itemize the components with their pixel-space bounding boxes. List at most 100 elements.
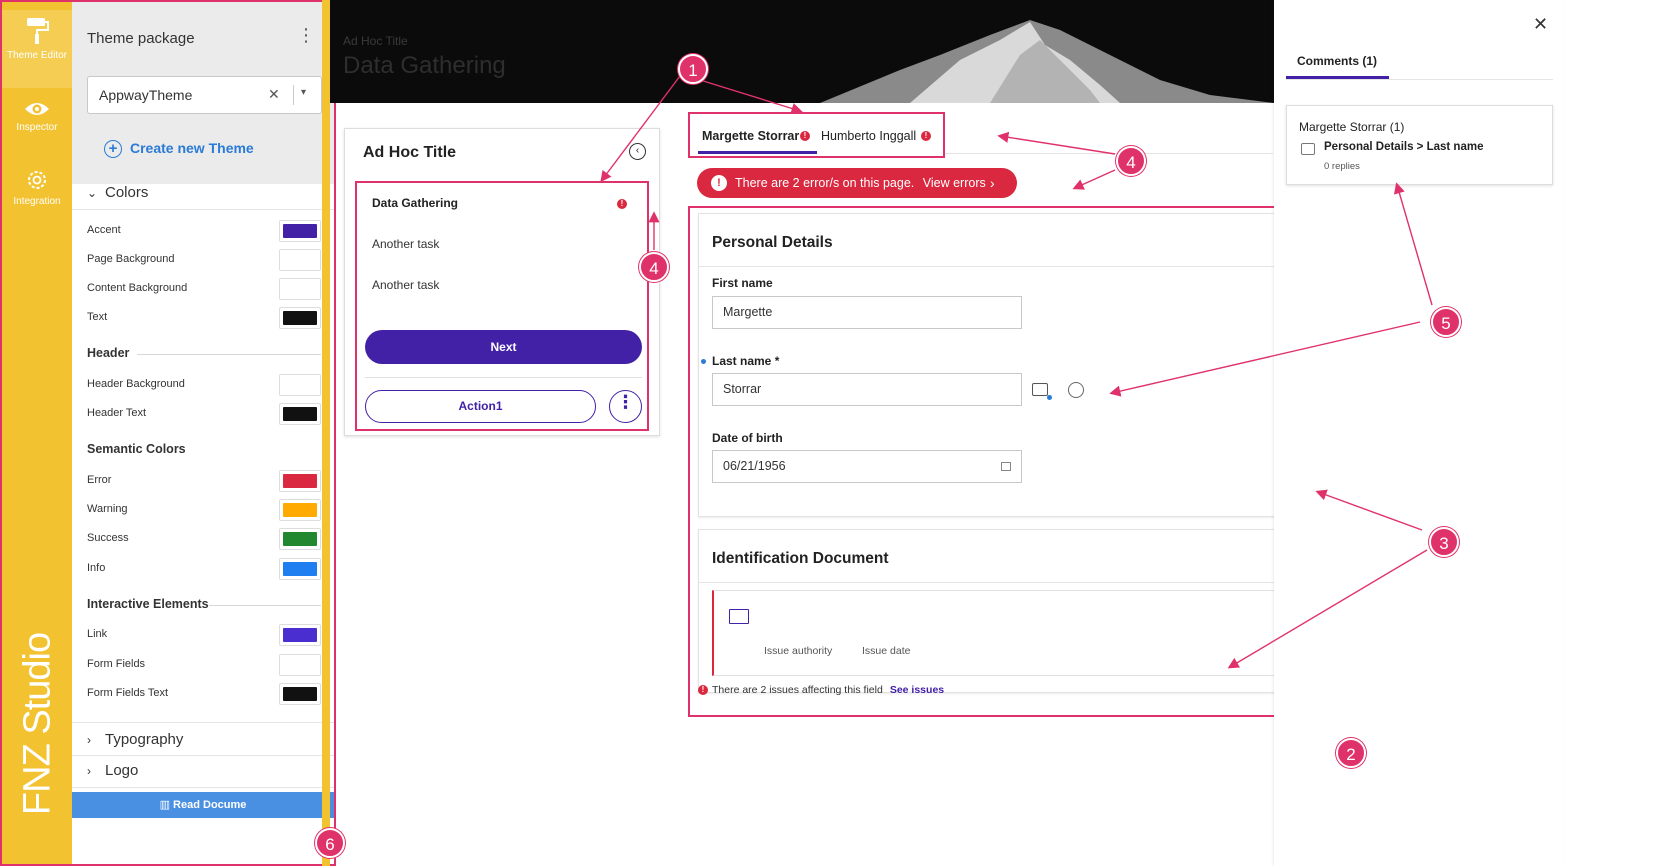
colors-label: Colors xyxy=(105,184,149,201)
color-swatch[interactable] xyxy=(279,470,321,492)
color-row-page-background: Page Background xyxy=(87,249,321,271)
tab-margette-storrar[interactable]: Margette Storrar xyxy=(702,129,799,143)
document-upload-field[interactable]: Issue authority Issue date xyxy=(712,590,1276,676)
color-swatch[interactable] xyxy=(279,499,321,521)
see-issues-link[interactable]: See issues xyxy=(890,684,944,696)
error-icon: ! xyxy=(921,131,931,141)
select-separator xyxy=(293,85,294,105)
color-swatch[interactable] xyxy=(279,403,321,425)
color-label: Info xyxy=(87,562,106,574)
section-divider xyxy=(699,266,1274,267)
color-swatch[interactable] xyxy=(279,528,321,550)
comment-card[interactable]: Margette Storrar (1) Personal Details > … xyxy=(1286,105,1553,185)
color-swatch[interactable] xyxy=(279,683,321,705)
task-item-another-task[interactable]: Another task xyxy=(372,278,439,292)
left-rail: Theme Editor Inspector Integration FNZ S… xyxy=(0,0,72,866)
typography-label: Typography xyxy=(105,731,184,748)
required-indicator xyxy=(701,359,706,364)
theme-panel: Theme package ⋮ AppwayTheme ✕ ▾ + Create … xyxy=(72,0,336,866)
next-button[interactable]: Next xyxy=(365,330,642,364)
color-swatch[interactable] xyxy=(279,307,321,329)
folder-icon[interactable] xyxy=(729,609,749,624)
task-item-data-gathering[interactable]: Data Gathering xyxy=(372,196,458,210)
logo-section-header[interactable]: › Logo xyxy=(72,754,334,788)
color-swatch[interactable] xyxy=(279,249,321,271)
error-banner[interactable]: ! There are 2 error/s on this page. View… xyxy=(697,168,1017,198)
color-label: Warning xyxy=(87,503,128,515)
collapse-icon[interactable]: ‹ xyxy=(629,143,646,160)
color-swatch[interactable] xyxy=(279,278,321,300)
action1-button[interactable]: Action1 xyxy=(365,390,596,423)
theme-select-value: AppwayTheme xyxy=(99,87,193,103)
color-row-success: Success xyxy=(87,528,321,550)
color-row-form-fields-text: Form Fields Text xyxy=(87,683,321,705)
callout-6: 6 xyxy=(315,828,345,858)
calendar-icon[interactable] xyxy=(1001,462,1011,471)
callout-4: 4 xyxy=(639,252,669,282)
color-label: Text xyxy=(87,311,108,323)
color-row-header-background: Header Background xyxy=(87,374,321,396)
callout-4-tabs: 4 xyxy=(1116,146,1146,176)
gear-icon xyxy=(28,171,46,189)
color-label: Header Background xyxy=(87,378,185,390)
create-theme-link[interactable]: + Create new Theme xyxy=(104,140,254,159)
callout-5: 5 xyxy=(1431,307,1461,337)
chevron-down-icon[interactable]: ▾ xyxy=(301,87,306,98)
color-row-header-text: Header Text xyxy=(87,403,321,425)
color-row-text: Text xyxy=(87,307,321,329)
first-name-field[interactable]: Margette xyxy=(712,296,1022,329)
rail-item-inspector[interactable]: Inspector xyxy=(2,100,72,146)
tabs-divider xyxy=(945,153,1273,154)
error-icon: ! xyxy=(800,131,810,141)
color-row-content-background: Content Background xyxy=(87,278,321,300)
color-swatch[interactable] xyxy=(279,220,321,242)
first-name-label: First name xyxy=(712,276,773,290)
comment-icon[interactable] xyxy=(1032,383,1052,400)
colors-section-header[interactable]: ⌄ Colors xyxy=(72,176,334,210)
panel-title: Theme package xyxy=(87,30,195,47)
chevron-right-icon: › xyxy=(87,733,91,747)
comment-author: Margette Storrar (1) xyxy=(1299,120,1405,134)
color-swatch[interactable] xyxy=(279,624,321,646)
date-of-birth-field[interactable]: 06/21/1956 xyxy=(712,450,1022,483)
color-swatch[interactable] xyxy=(279,654,321,676)
theme-select[interactable]: AppwayTheme ✕ ▾ xyxy=(87,76,322,114)
color-label: Error xyxy=(87,474,112,486)
color-row-link: Link xyxy=(87,624,321,646)
screen-root: Theme Editor Inspector Integration FNZ S… xyxy=(0,0,1663,866)
brand-logo: FNZ Studio xyxy=(16,632,59,816)
color-swatch[interactable] xyxy=(279,558,321,580)
section-title: Identification Document xyxy=(712,550,889,567)
color-row-warning: Warning xyxy=(87,499,321,521)
typography-section-header[interactable]: › Typography xyxy=(72,722,334,756)
book-icon: ▥ xyxy=(159,799,174,811)
header-subheading: Header xyxy=(87,346,321,360)
rail-item-theme-editor[interactable]: Theme Editor xyxy=(2,10,72,88)
last-name-field[interactable]: Storrar xyxy=(712,373,1022,406)
color-swatch[interactable] xyxy=(279,374,321,396)
rail-item-integration[interactable]: Integration xyxy=(2,168,72,214)
date-value: 06/21/1956 xyxy=(723,459,786,473)
color-row-accent: Accent xyxy=(87,220,321,242)
task-list: Data Gathering ! Another task Another ta… xyxy=(355,181,649,431)
close-icon[interactable]: ✕ xyxy=(1533,14,1548,35)
last-name-label: Last name * xyxy=(712,354,780,368)
color-label: Accent xyxy=(87,224,121,236)
rail-label-theme-editor: Theme Editor xyxy=(6,50,68,61)
more-actions-icon[interactable]: ⋮ xyxy=(609,390,642,423)
chevron-right-icon: › xyxy=(990,175,995,191)
view-errors-link[interactable]: View errors xyxy=(923,176,986,190)
panel-resize-handle[interactable] xyxy=(322,0,330,866)
clear-icon[interactable]: ✕ xyxy=(268,86,280,103)
task-item-another-task[interactable]: Another task xyxy=(372,237,439,251)
color-row-error: Error xyxy=(87,470,321,492)
read-documentation-button[interactable]: ▥ Read Docume xyxy=(72,792,334,818)
kebab-menu-icon[interactable]: ⋮ xyxy=(297,26,315,44)
tab-comments[interactable]: Comments (1) xyxy=(1297,54,1377,68)
create-theme-label: Create new Theme xyxy=(130,140,254,156)
tab-humberto-inggall[interactable]: Humberto Inggall xyxy=(821,129,916,143)
task-card: Ad Hoc Title ‹ Data Gathering ! Another … xyxy=(344,128,660,436)
history-icon[interactable] xyxy=(1068,382,1084,398)
identification-document-section: Identification Document Issue authority … xyxy=(698,529,1276,693)
section-divider xyxy=(699,582,1274,583)
